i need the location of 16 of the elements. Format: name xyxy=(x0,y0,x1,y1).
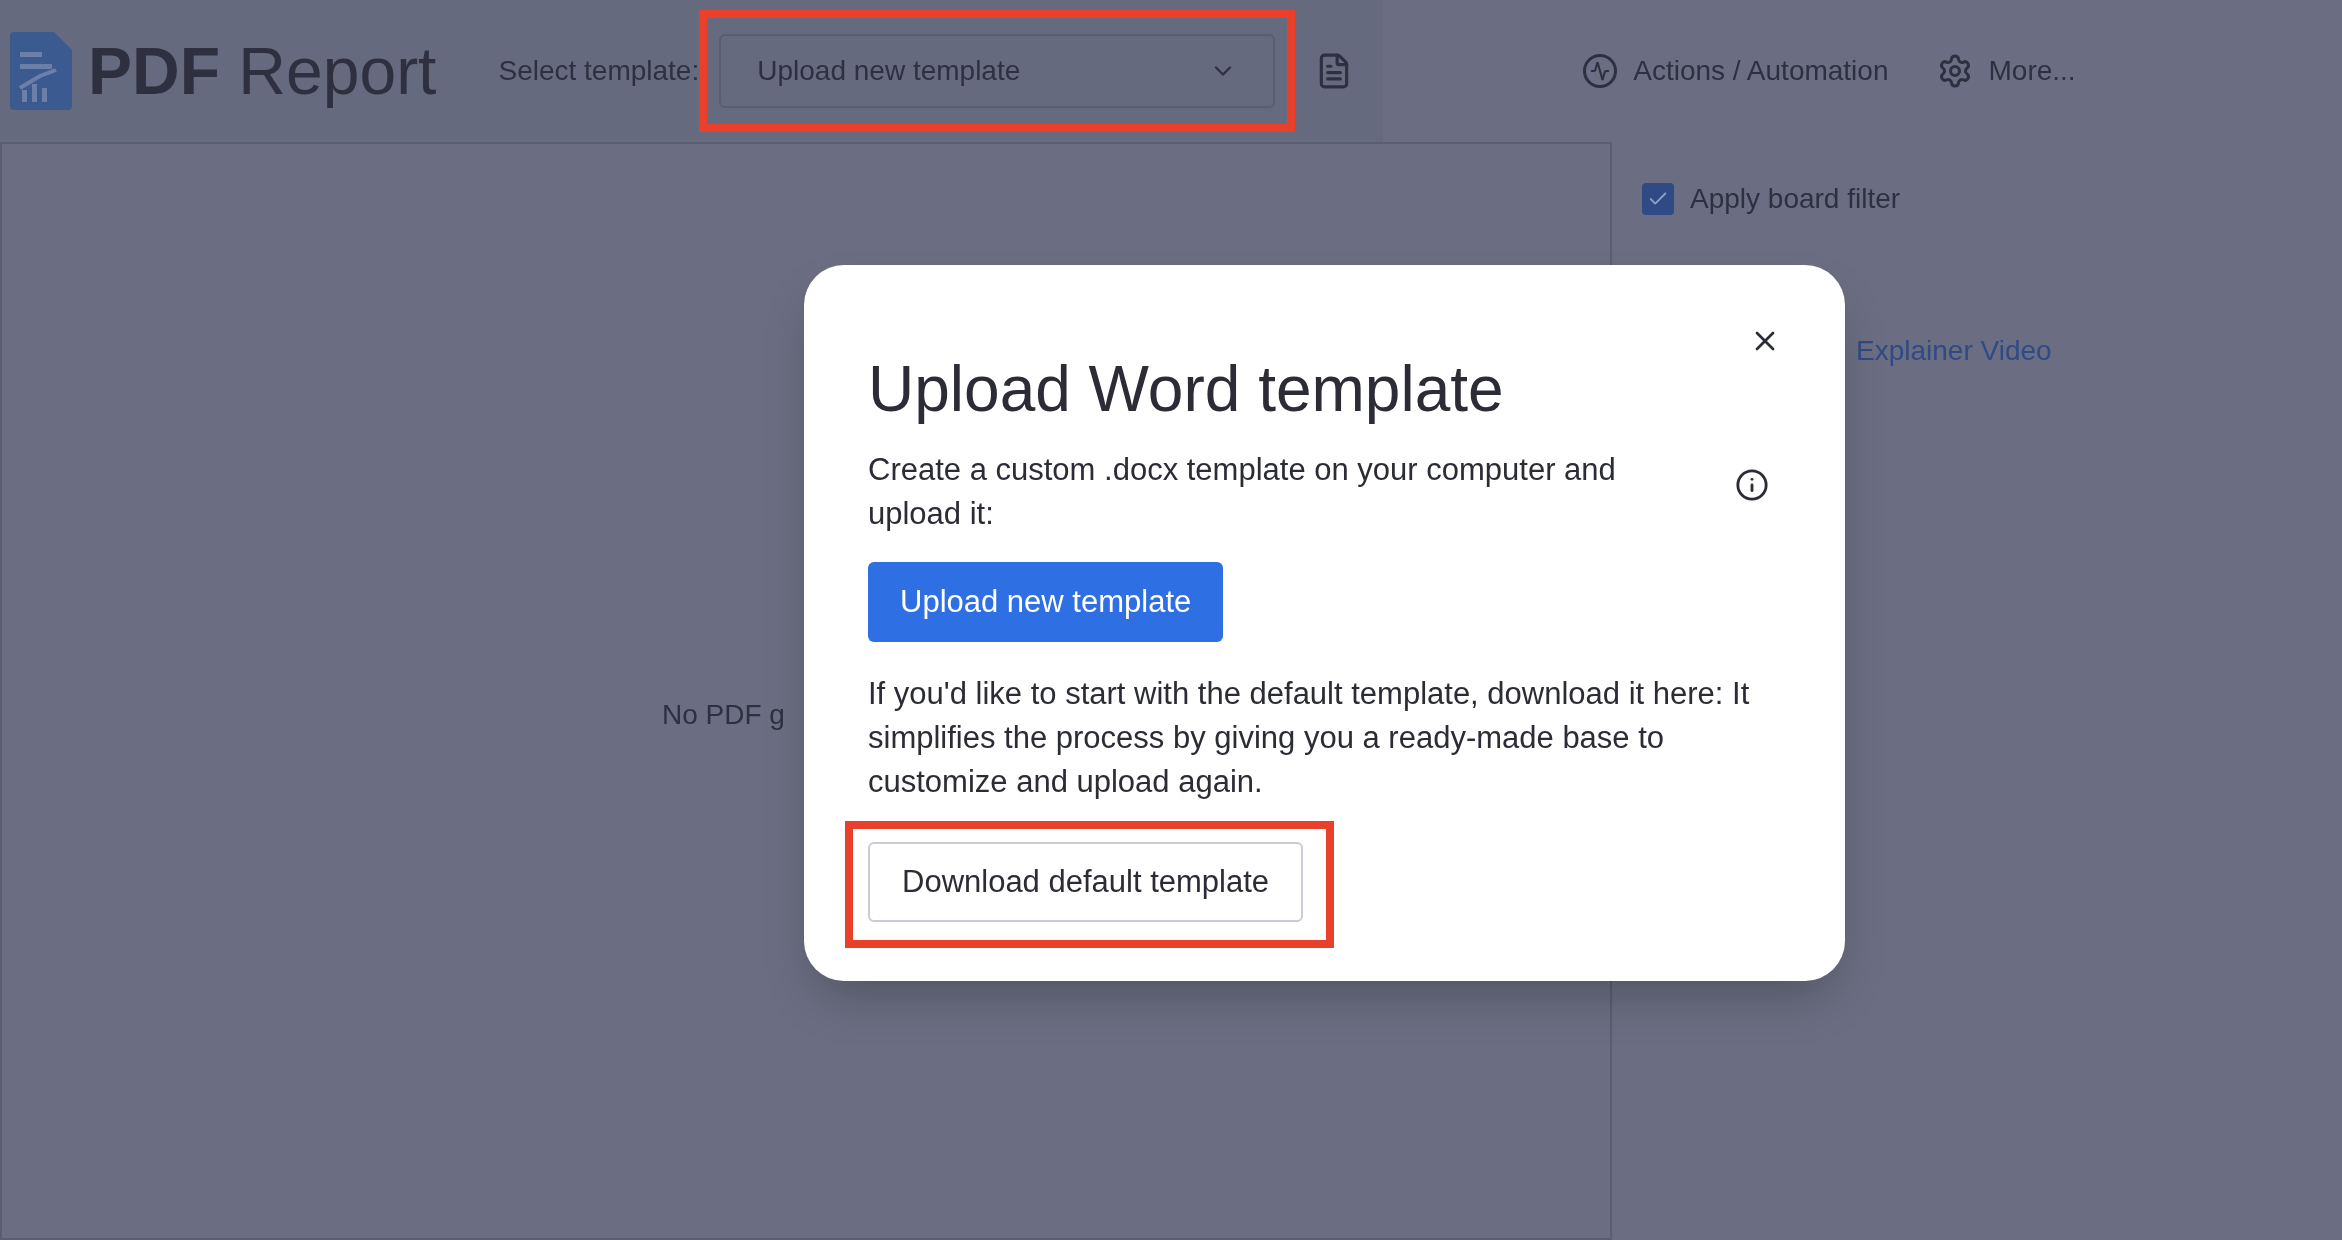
download-template-button[interactable]: Download default template xyxy=(868,841,1304,922)
default-template-text: If you'd like to start with the default template, download it here: It simplifies the process by giving you a ready-made base to customize and upload again. xyxy=(868,674,1751,801)
empty-preview-text: No PDF g xyxy=(662,699,785,730)
template-dropdown[interactable]: Upload new template xyxy=(719,34,1276,108)
info-icon[interactable] xyxy=(1735,467,1769,502)
apply-filter-label: Apply board filter xyxy=(1690,182,1901,216)
explainer-video-link[interactable]: Explainer Video xyxy=(1856,330,2052,372)
document-chart-logo-icon xyxy=(10,32,72,110)
nav-link[interactable]: More... xyxy=(1936,50,2076,92)
apply-filter-checkbox[interactable] xyxy=(1642,183,1674,215)
upload-template-button[interactable]: Upload new template xyxy=(868,561,1224,642)
dialog-title: Upload Word template xyxy=(868,352,1504,427)
intro-text: Create a custom .docx template on your computer and upload it: xyxy=(868,450,1617,533)
activity-icon xyxy=(1583,54,1618,88)
select-template-label: Select template: xyxy=(498,54,700,88)
nav-link[interactable]: Actions / Automation xyxy=(1583,50,1889,92)
